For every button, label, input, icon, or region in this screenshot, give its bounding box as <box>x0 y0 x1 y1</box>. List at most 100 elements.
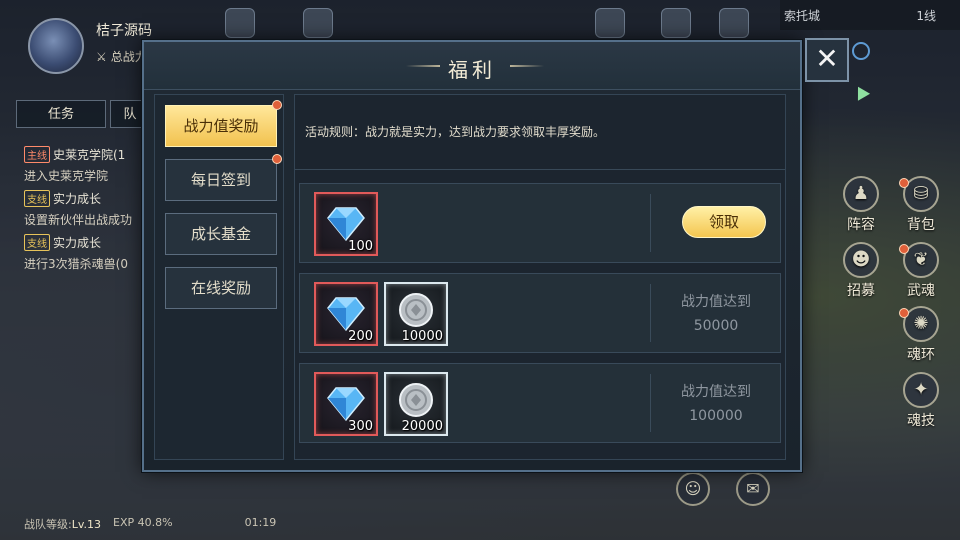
requirement-label: 战力值达到 <box>681 294 751 310</box>
item-quantity: 200 <box>348 329 373 344</box>
quest-desc: 进入史莱克学院 <box>24 169 109 183</box>
event-icon[interactable] <box>595 8 625 38</box>
side-menu-soul-skill[interactable]: ✦ 魂技 <box>896 372 946 430</box>
quest-desc: 设置新伙伴出战成功 <box>24 213 133 227</box>
bottom-right-icons: ☺ ✉ <box>676 472 770 506</box>
side-menu-label: 阵容 <box>847 217 875 233</box>
tab-power-reward[interactable]: 战力值奖励 <box>165 100 282 147</box>
exp: EXP 40.8% <box>113 516 173 532</box>
tab-daily-signin[interactable]: 每日签到 <box>165 154 282 201</box>
item-quantity: 300 <box>348 419 373 434</box>
reward-row: 100 领取 <box>299 183 781 263</box>
exp-label: EXP <box>113 516 135 529</box>
claim-button[interactable]: 领取 <box>682 206 766 238</box>
formation-icon: ♟ <box>843 176 879 212</box>
welfare-tab-list: 战力值奖励 每日签到 成长基金 在线奖励 <box>154 94 284 460</box>
tab-label: 成长基金 <box>190 225 251 243</box>
quest-tabs: 任务 队 <box>16 100 150 128</box>
reward-items: 300 20000 <box>314 372 448 436</box>
camera-icon[interactable] <box>719 8 749 38</box>
quest-list: 主线 史莱克学院(1 进入史莱克学院 支线 实力成长 设置新伙伴出战成功 支线 实力成… <box>24 146 154 278</box>
close-button[interactable]: ✕ <box>805 38 849 82</box>
team-level-label: 战队等级: <box>24 518 72 531</box>
reward-items: 100 <box>314 192 378 256</box>
side-menu-formation[interactable]: ♟ 阵容 <box>836 176 886 234</box>
side-menu-soul-ring[interactable]: ✺ 魂环 <box>896 306 946 364</box>
quest-item[interactable]: 支线 实力成长 进行3次猎杀魂兽(0 <box>24 234 154 272</box>
silver-coin-icon <box>399 383 433 417</box>
soul-skill-icon: ✦ <box>903 372 939 408</box>
side-menu-label: 招募 <box>847 283 875 299</box>
clock: 01:19 <box>244 516 277 529</box>
quest-title: 史莱克学院(1 <box>53 148 126 162</box>
player-avatar[interactable] <box>28 18 84 74</box>
exp-value: 40.8% <box>137 516 173 529</box>
reward-items: 200 10000 <box>314 282 448 346</box>
reward-item-diamond[interactable]: 100 <box>314 192 378 256</box>
side-menu-backpack[interactable]: ⛁ 背包 <box>896 176 946 234</box>
modal-title: 福利 <box>448 58 496 82</box>
notification-dot <box>899 244 909 254</box>
power-row: ⚔ 总战力 <box>96 48 147 65</box>
side-menu-martial-soul[interactable]: ❦ 武魂 <box>896 242 946 300</box>
side-menu-label: 魂技 <box>907 413 935 429</box>
welfare-modal: 福利 战力值奖励 每日签到 成长基金 在线奖励 活动规则：战力就是实力，达到战力… <box>142 40 802 472</box>
map-info[interactable]: 索托城 1线 <box>780 0 960 30</box>
side-menu-label: 武魂 <box>907 283 935 299</box>
gift-icon[interactable] <box>225 8 255 38</box>
notification-dot <box>899 308 909 318</box>
player-name: 桔子源码 <box>96 23 152 39</box>
requirement-value: 50000 <box>693 318 739 334</box>
modal-header: 福利 <box>144 42 800 90</box>
power-requirement: 战力值达到 100000 <box>650 380 782 428</box>
quest-tag: 支线 <box>24 190 50 207</box>
side-menu-recruit[interactable]: ☻ 招募 <box>836 242 886 300</box>
activity-rules: 活动规则：战力就是实力，达到战力要求领取丰厚奖励。 <box>305 125 606 139</box>
team-level-value: Lv.13 <box>71 518 101 531</box>
map-line: 1线 <box>916 8 936 23</box>
recruit-icon: ☻ <box>843 242 879 278</box>
quest-item[interactable]: 主线 史莱克学院(1 进入史莱克学院 <box>24 146 154 184</box>
silver-coin-icon <box>399 293 433 327</box>
item-quantity: 20000 <box>401 419 443 434</box>
quest-item[interactable]: 支线 实力成长 设置新伙伴出战成功 <box>24 190 154 228</box>
map-name: 索托城 <box>784 8 821 23</box>
diamond-icon <box>327 297 365 332</box>
quest-desc: 进行3次猎杀魂兽(0 <box>24 257 128 271</box>
tab-quest[interactable]: 任务 <box>16 100 106 128</box>
status-bar: 战队等级:Lv.13 EXP 40.8% 01:19 <box>24 516 276 532</box>
tab-label: 每日签到 <box>190 171 251 189</box>
tab-online-reward[interactable]: 在线奖励 <box>165 267 277 309</box>
requirement-label: 战力值达到 <box>681 384 751 400</box>
quest-tag: 主线 <box>24 146 50 163</box>
divider <box>295 169 785 170</box>
reward-item-coin[interactable]: 10000 <box>384 282 448 346</box>
side-menu-label: 魂环 <box>907 347 935 363</box>
row-divider <box>650 194 651 252</box>
chat-icon[interactable]: ✉ <box>736 472 770 506</box>
friends-icon[interactable]: ☺ <box>676 472 710 506</box>
requirement-value: 100000 <box>689 408 743 424</box>
reward-item-diamond[interactable]: 200 <box>314 282 378 346</box>
quest-title: 实力成长 <box>53 236 102 250</box>
diamond-icon <box>327 387 365 422</box>
item-quantity: 100 <box>348 239 373 254</box>
power-requirement: 战力值达到 50000 <box>650 290 782 338</box>
item-quantity: 10000 <box>401 329 443 344</box>
reward-content[interactable]: 活动规则：战力就是实力，达到战力要求领取丰厚奖励。 100 领取 200 100… <box>294 94 786 460</box>
tab-growth-fund[interactable]: 成长基金 <box>165 213 277 255</box>
notification-dot <box>272 154 282 164</box>
shop-icon[interactable] <box>661 8 691 38</box>
quest-title: 实力成长 <box>53 192 102 206</box>
notification-dot <box>899 178 909 188</box>
notification-dot <box>272 100 282 110</box>
tab-label: 战力值奖励 <box>183 117 259 135</box>
tab-label: 在线奖励 <box>190 279 251 297</box>
reward-item-coin[interactable]: 20000 <box>384 372 448 436</box>
quest-tag: 支线 <box>24 234 50 251</box>
reward-row: 300 20000 战力值达到 100000 <box>299 363 781 443</box>
reward-row: 200 10000 战力值达到 50000 <box>299 273 781 353</box>
reward-item-diamond[interactable]: 300 <box>314 372 378 436</box>
treasure-icon[interactable] <box>303 8 333 38</box>
swirl-icon <box>852 42 870 60</box>
